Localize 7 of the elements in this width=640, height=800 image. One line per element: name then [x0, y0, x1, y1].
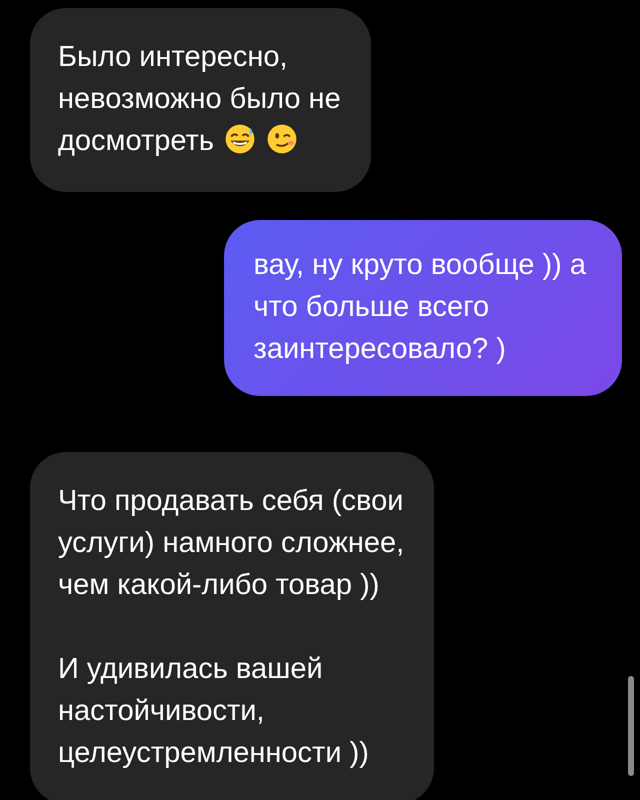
sweat-smile-emoji-icon — [224, 123, 256, 155]
message-text: И удивилась вашей настойчивости, целеустремленности )) — [58, 652, 370, 771]
message-text: вау, ну круто вообще )) а что больше всего заинтересовало? ) — [254, 248, 586, 367]
message-text: Было интересно, невозможно было не досмотреть — [58, 40, 341, 159]
scrollbar[interactable] — [628, 676, 634, 776]
message-text: Что продавать себя (свои услуги) намного сложнее, чем какой-либо товар )) — [58, 484, 404, 603]
wink-emoji-icon — [266, 123, 298, 155]
